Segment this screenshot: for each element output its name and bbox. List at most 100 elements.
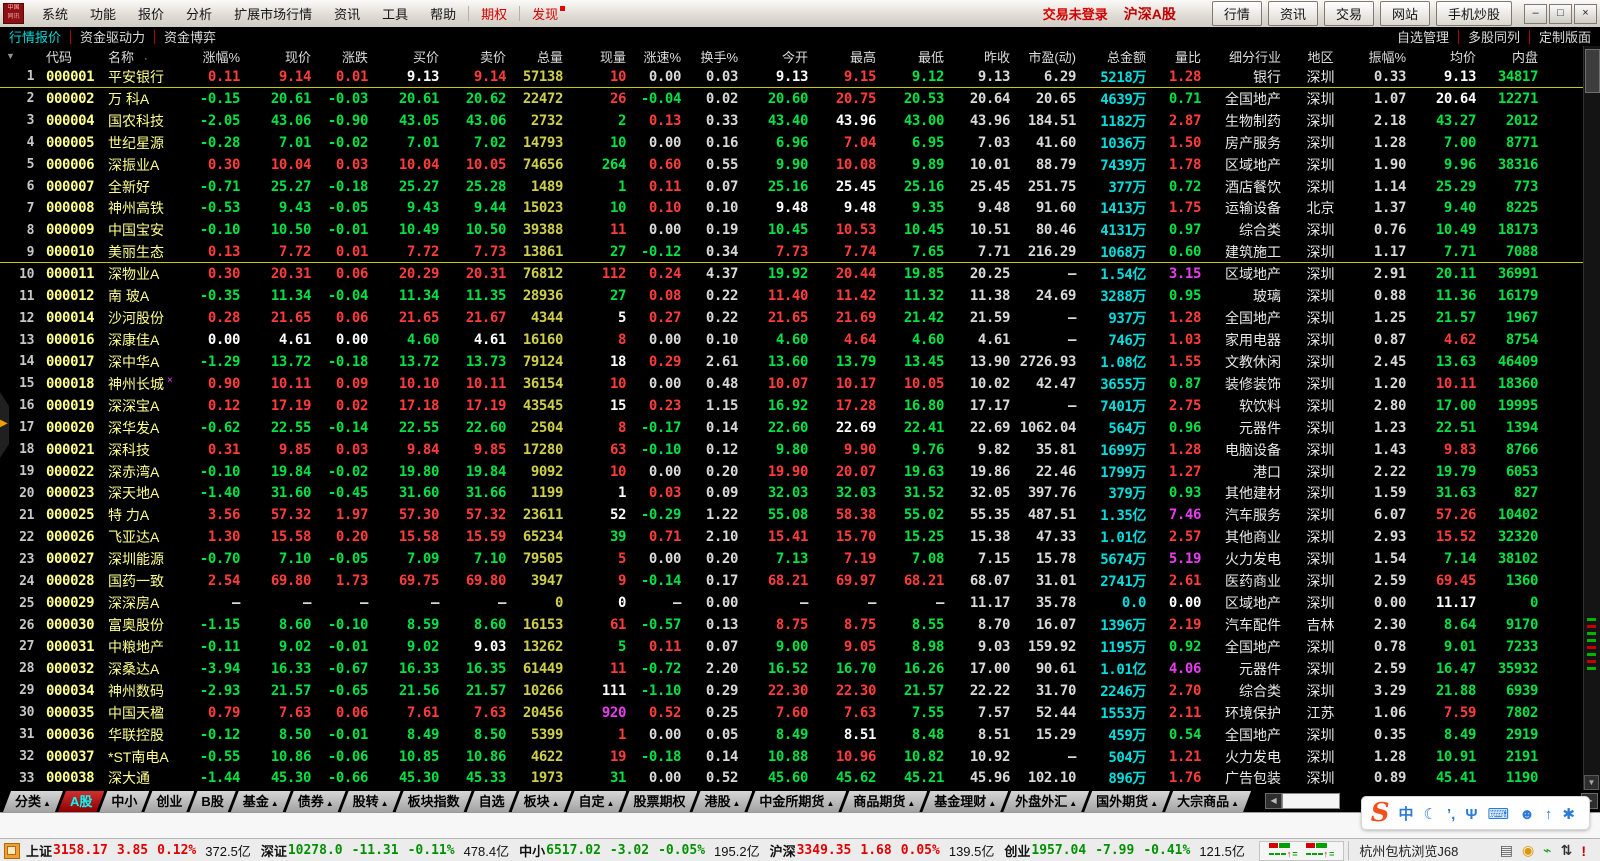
punctuation-icon[interactable]: ’, [1447, 806, 1455, 823]
market-tab-中小[interactable]: 中小 [99, 791, 149, 812]
quick-button-网站[interactable]: 网站 [1379, 1, 1430, 26]
column-header-涨跌[interactable]: 涨跌 [317, 47, 374, 66]
menu-item-分析[interactable]: 分析 [175, 0, 223, 27]
column-header-最高[interactable]: 最高 [814, 47, 882, 66]
market-tab-股票期权[interactable]: 股票期权 [621, 791, 697, 812]
sogou-logo[interactable]: S [1371, 798, 1390, 828]
user-icon[interactable]: ☻ [1519, 806, 1535, 823]
column-header-总量[interactable]: 总量 [512, 47, 569, 66]
table-row[interactable]: 6 000007 全新好 -0.71 25.27 -0.18 25.27 25.28 1489 1… [0, 176, 1584, 198]
market-tab-基金[interactable]: 基金 ▲ [231, 791, 291, 812]
table-row[interactable]: 8 000009 中国宝安 -0.10 10.50 -0.01 10.49 10.50 3938… [0, 219, 1584, 241]
moon-icon[interactable]: ☾ [1424, 806, 1437, 823]
table-row[interactable]: 7 000008 神州高铁 -0.53 9.43 -0.05 9.43 9.44 15023 10… [0, 198, 1584, 220]
scroll-down-button[interactable]: ▼ [1584, 775, 1599, 790]
market-tab-外盘外汇[interactable]: 外盘外汇 ▲ [1003, 791, 1089, 812]
menu-item-功能[interactable]: 功能 [79, 0, 127, 27]
column-header-换手%[interactable]: 换手% [687, 47, 744, 66]
message-panel-icon[interactable]: ▤ [1500, 842, 1513, 859]
index-沪深[interactable]: 沪深 3349.35 1.68 0.05% 139.5亿 [770, 841, 995, 860]
panel-button-定制版面[interactable]: 定制版面 [1530, 27, 1600, 46]
restore-button[interactable]: □ [1549, 3, 1572, 24]
menu-item-扩展市场行情[interactable]: 扩展市场行情 [223, 0, 323, 27]
menu-item-资讯[interactable]: 资讯 [323, 0, 371, 27]
table-row[interactable]: 14 000017 深中华A -1.29 13.72 -0.18 13.72 13.73 791… [0, 351, 1584, 373]
signal-tower-icon[interactable]: ⌁ [1543, 842, 1551, 859]
column-header-今开[interactable]: 今开 [744, 47, 814, 66]
market-tab-B股[interactable]: B股 [189, 791, 235, 812]
column-header-涨速%[interactable]: 涨速% [632, 47, 687, 66]
table-row[interactable]: 4 000005 世纪星源 -0.28 7.01 -0.02 7.01 7.02 14793 10… [0, 132, 1584, 154]
column-header-涨幅%[interactable]: 涨幅% [194, 47, 246, 66]
panel-button-自选管理[interactable]: 自选管理 [1388, 27, 1458, 46]
table-row[interactable]: 19 000022 深赤湾A -0.10 19.84 -0.02 19.80 19.84 909… [0, 461, 1584, 483]
index-panel-icon[interactable] [4, 842, 20, 859]
table-row[interactable]: 25 000029 深深房A – – – – –0 0–0.00– – –11.17 35.78 0.0… [0, 592, 1584, 614]
market-tab-自定[interactable]: 自定 ▲ [567, 791, 627, 812]
table-row[interactable]: 17 000020 深华发A -0.62 22.55 -0.14 22.55 22.60 250… [0, 417, 1584, 439]
column-header-现量[interactable]: 现量 [569, 47, 632, 66]
column-header-名称[interactable]: 名称 · [102, 47, 194, 66]
column-header-代码[interactable]: 代码 [40, 47, 102, 66]
quick-button-手机炒股[interactable]: 手机炒股 [1435, 1, 1512, 26]
table-row[interactable]: 9 000010 美丽生态 0.13 7.72 0.01 7.72 7.73 13861 27 -0… [0, 241, 1584, 263]
tabs-scrollbar-thumb[interactable] [1282, 793, 1341, 809]
menu-item-工具[interactable]: 工具 [371, 0, 419, 27]
column-header-量比[interactable]: 量比 [1152, 47, 1207, 66]
market-tab-分类[interactable]: 分类 ▲ [3, 791, 63, 812]
microphone-icon[interactable]: Ψ [1465, 806, 1477, 823]
table-row[interactable]: 29 000034 神州数码 -2.93 21.57 -0.65 21.56 21.57 102… [0, 680, 1584, 702]
view-tab-行情报价[interactable]: 行情报价 [0, 27, 70, 46]
settings-icon[interactable]: ✱ [1562, 806, 1575, 823]
column-header-昨收[interactable]: 昨收 [950, 47, 1016, 66]
gold-coin-icon[interactable]: ◉ [1522, 842, 1534, 859]
index-中小[interactable]: 中小 6517.02 -3.02 -0.05% 195.2亿 [519, 841, 759, 860]
market-tab-商品期货[interactable]: 商品期货 ▲ [841, 791, 927, 812]
market-tab-A股[interactable]: A股 [58, 791, 104, 812]
tabs-scroll-left-button[interactable]: ◀ [1265, 793, 1283, 809]
table-row[interactable]: 2 000002 万 科A -0.15 20.61 -0.03 20.61 20.62 2247… [0, 88, 1584, 110]
table-row[interactable]: 10 000011 深物业A 0.30 20.31 0.06 20.29 20.31 76812… [0, 263, 1584, 285]
table-row[interactable]: 30 000035 中国天楹 0.79 7.63 0.06 7.61 7.63 20456 920… [0, 702, 1584, 724]
updown-arrows-icon[interactable]: ⇅ [1561, 842, 1573, 859]
column-header-内盘[interactable]: 内盘 [1482, 47, 1544, 66]
menu-item-期权[interactable]: 期权 [470, 0, 518, 27]
table-row[interactable]: 16 000019 深深宝A 0.12 17.19 0.02 17.18 17.19 43545… [0, 395, 1584, 417]
index-创业[interactable]: 创业 1957.04 -7.99 -0.41% 121.5亿 [1004, 841, 1244, 860]
vertical-scrollbar[interactable]: ▼ [1583, 46, 1600, 790]
column-header-均价[interactable]: 均价 [1412, 47, 1482, 66]
menu-item-系统[interactable]: 系统 [31, 0, 79, 27]
market-tab-板块[interactable]: 板块 ▲ [512, 791, 572, 812]
table-row[interactable]: 1 000001 平安银行 0.11 9.14 0.01 9.13 9.14 57138 10 0.… [0, 66, 1584, 88]
table-row[interactable]: 33 000038 深大通 -1.44 45.30 -0.66 45.30 45.33 1973… [0, 768, 1584, 790]
table-row[interactable]: 20 000023 深天地A -1.40 31.60 -0.45 31.60 31.66 119… [0, 483, 1584, 505]
table-row[interactable]: 13 000016 深康佳A 0.00 4.61 0.00 4.60 4.61 16160 8 0.… [0, 329, 1584, 351]
menu-item-报价[interactable]: 报价 [127, 0, 175, 27]
share-icon[interactable]: ↑ [1545, 806, 1553, 823]
table-row[interactable]: 24 000028 国药一致 2.54 69.80 1.73 69.75 69.80 3947 9… [0, 570, 1584, 592]
table-row[interactable]: 31 000036 华联控股 -0.12 8.50 -0.01 8.49 8.50 5399 1 0… [0, 724, 1584, 746]
column-header-买价[interactable]: 买价 [374, 47, 445, 66]
quick-button-交易[interactable]: 交易 [1323, 1, 1374, 26]
quick-button-资讯[interactable]: 资讯 [1267, 1, 1318, 26]
column-header-地区[interactable]: 地区 [1287, 47, 1354, 66]
table-row[interactable]: 22 000026 飞亚达A 1.30 15.58 0.20 15.58 15.59 65234… [0, 526, 1584, 548]
table-row[interactable]: 27 000031 中粮地产 -0.11 9.02 -0.01 9.02 9.03 13262 5… [0, 636, 1584, 658]
table-row[interactable]: 12 000014 沙河股份 0.28 21.65 0.06 21.65 21.67 4344 5… [0, 307, 1584, 329]
chinese-mode-icon[interactable]: 中 [1399, 806, 1414, 823]
market-tab-中金所期货[interactable]: 中金所期货 ▲ [747, 791, 846, 812]
scrollbar-thumb[interactable] [1585, 49, 1600, 93]
table-row[interactable]: 26 000030 富奥股份 -1.15 8.60 -0.10 8.59 8.60 16153 6… [0, 614, 1584, 636]
keyboard-icon[interactable]: ⌨ [1487, 806, 1509, 823]
index-上证[interactable]: 上证 3158.17 3.85 0.12% 372.5亿 [26, 841, 251, 860]
column-header-总金额[interactable]: 总金额 [1082, 47, 1152, 66]
index-深证[interactable]: 深证 10278.0 -11.31 -0.11% 478.4亿 [261, 841, 509, 860]
market-tab-股转[interactable]: 股转 ▲ [341, 791, 401, 812]
column-header-corner[interactable]: ▼ [0, 51, 40, 61]
view-tab-资金驱动力[interactable]: 资金驱动力 [71, 27, 154, 46]
panel-button-多股同列[interactable]: 多股同列 [1459, 27, 1529, 46]
market-tab-大宗商品[interactable]: 大宗商品 ▲ [1165, 791, 1251, 812]
market-tab-自选[interactable]: 自选 [467, 791, 517, 812]
quick-button-行情[interactable]: 行情 [1211, 1, 1262, 26]
column-header-市盈(动)[interactable]: 市盈(动) [1016, 47, 1082, 66]
